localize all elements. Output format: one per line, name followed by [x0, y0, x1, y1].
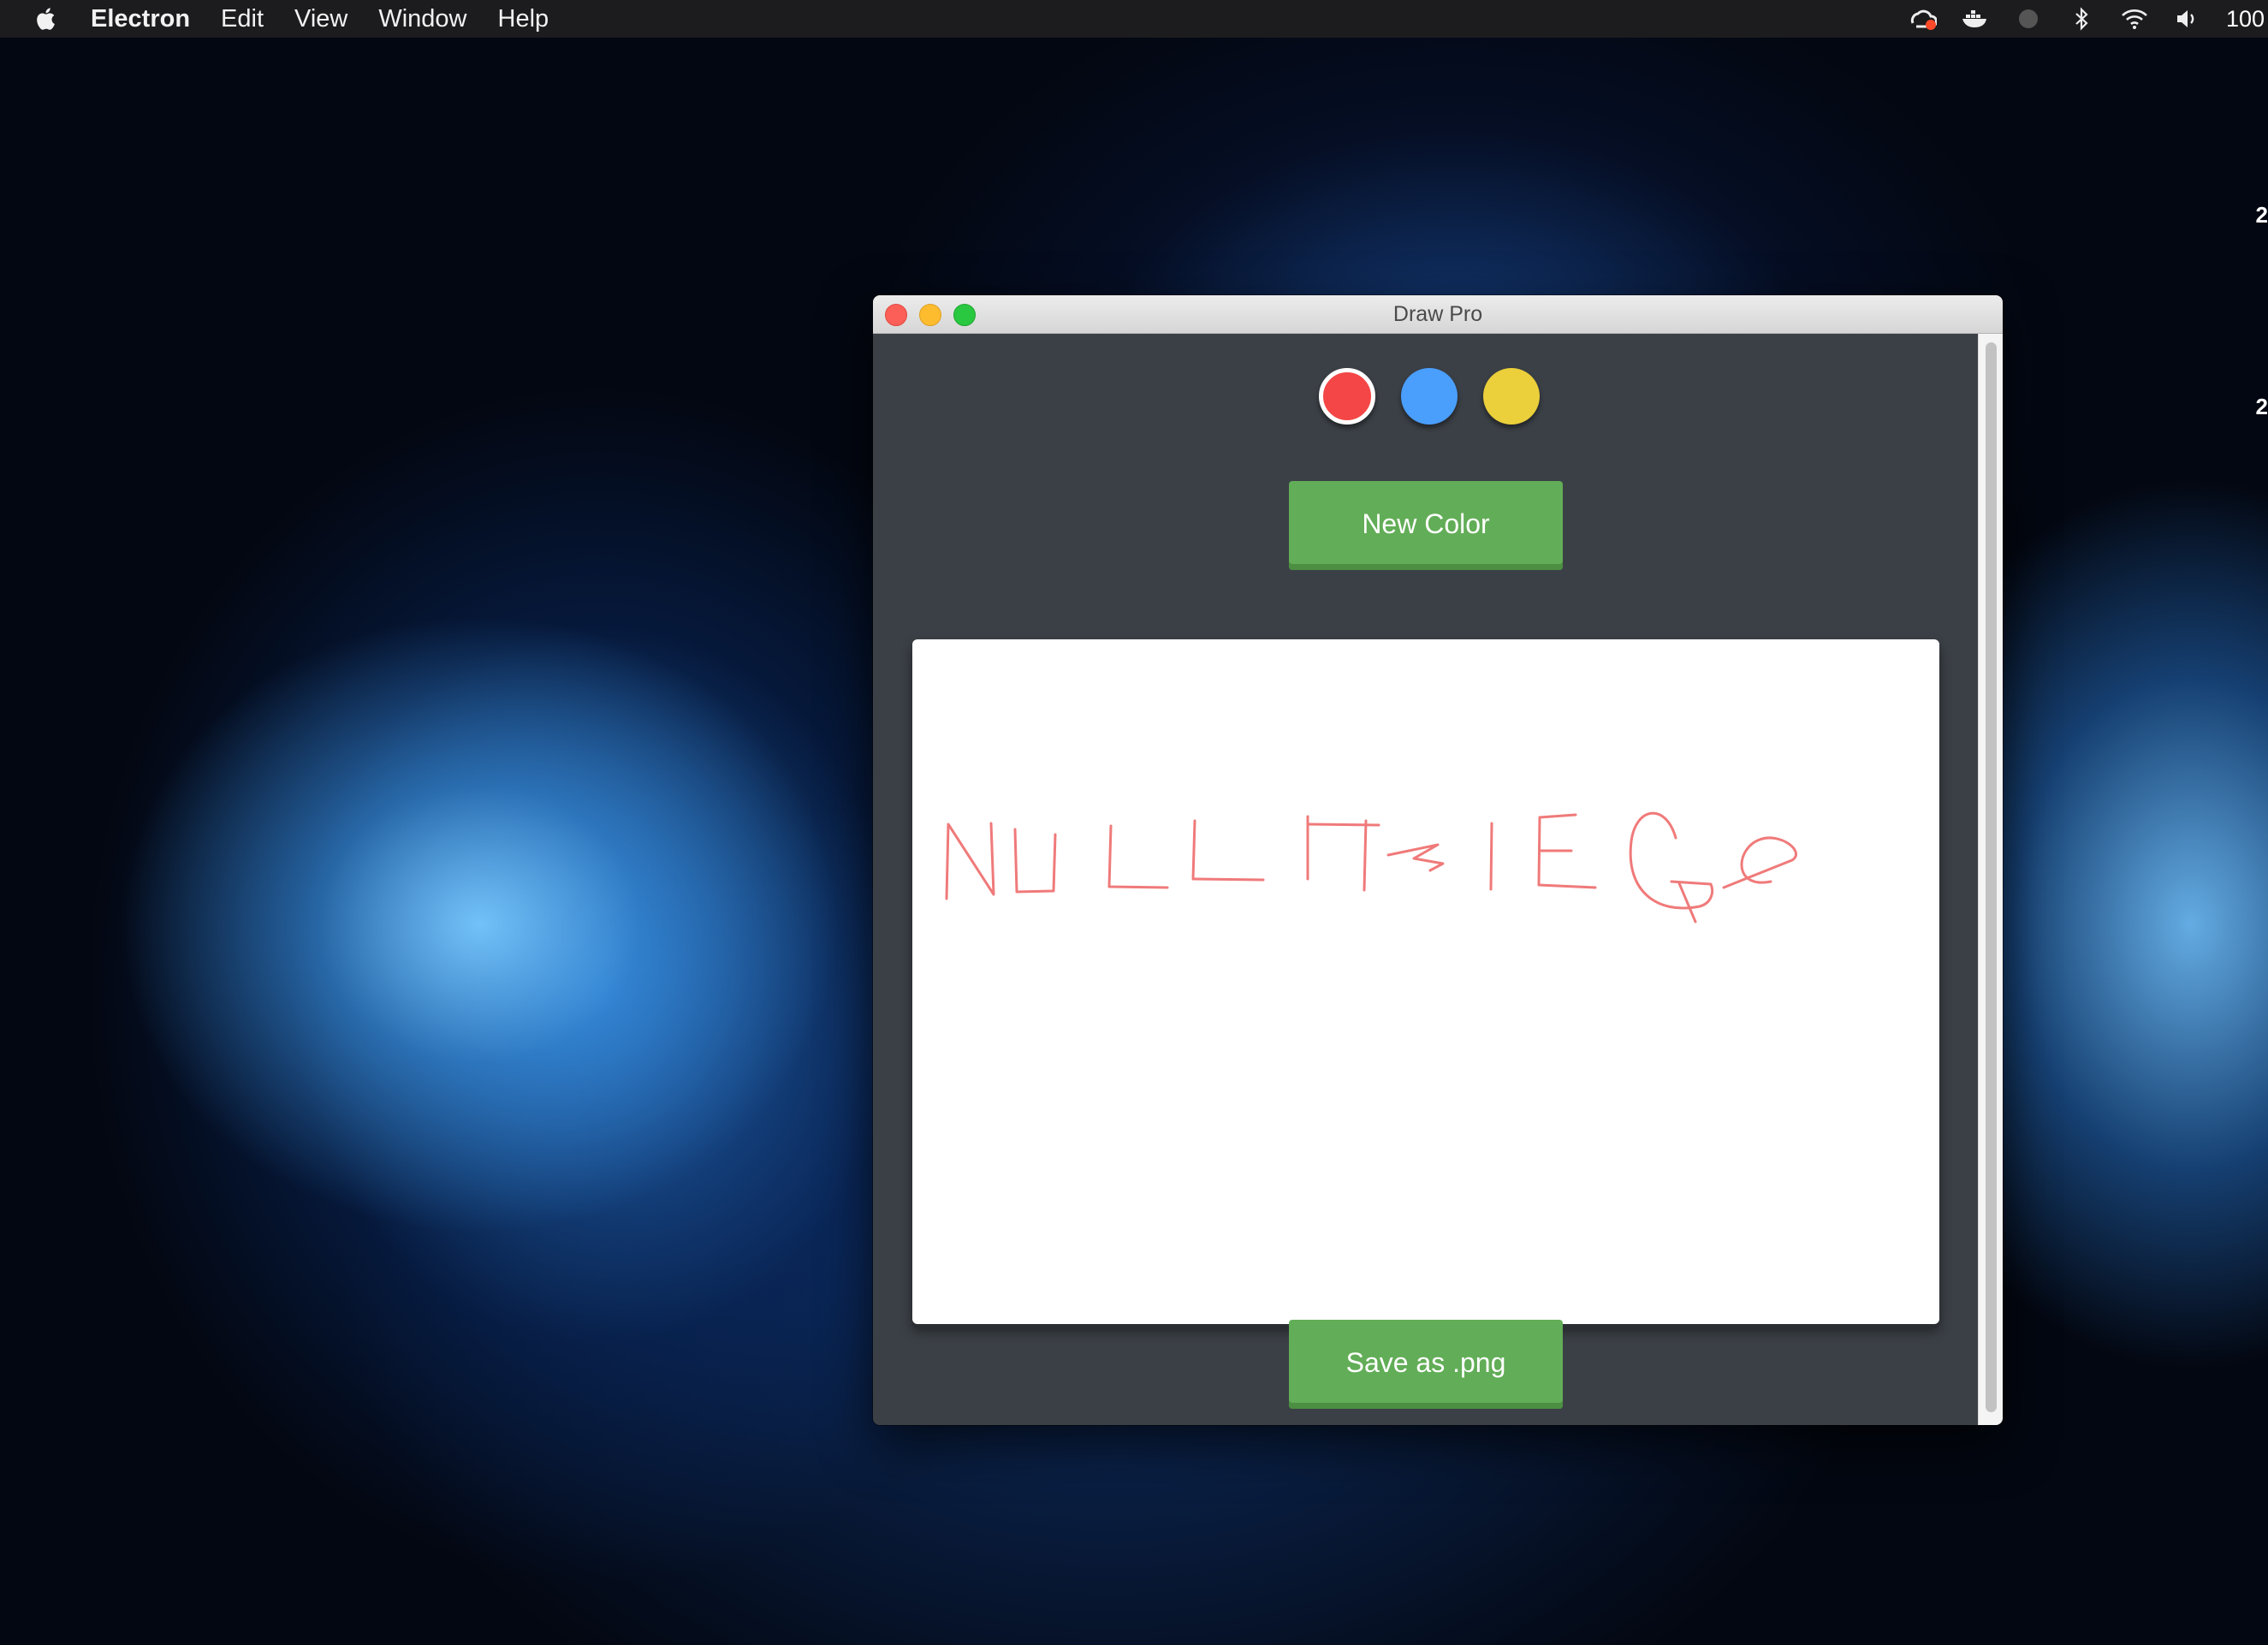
menu-window[interactable]: Window — [378, 5, 466, 33]
volume-icon[interactable] — [2173, 6, 2202, 32]
menu-view[interactable]: View — [294, 5, 347, 33]
color-swatch-red[interactable] — [1319, 368, 1375, 425]
docker-icon[interactable] — [1961, 6, 1990, 32]
desktop-edge-number: 2 — [2255, 202, 2268, 228]
handwritten-drawing — [945, 811, 1797, 923]
save-png-button[interactable]: Save as .png — [1289, 1320, 1563, 1409]
status-tray: 100 — [1908, 0, 2268, 38]
menu-help[interactable]: Help — [498, 5, 549, 33]
circle-icon[interactable] — [2014, 6, 2043, 32]
menu-bar: Electron Edit View Window Help 100 — [0, 0, 2268, 38]
new-color-button[interactable]: New Color — [1289, 481, 1563, 570]
scrollbar[interactable] — [1978, 334, 2003, 1425]
window-title: Draw Pro — [1392, 302, 1483, 326]
creative-cloud-icon[interactable] — [1908, 6, 1937, 32]
color-swatch-blue[interactable] — [1401, 368, 1458, 425]
title-bar[interactable]: Draw Pro — [873, 295, 2003, 334]
battery-percent[interactable]: 100 — [2226, 6, 2265, 33]
menu-app-name[interactable]: Electron — [91, 5, 190, 33]
wifi-icon[interactable] — [2120, 6, 2149, 32]
menu-edit[interactable]: Edit — [221, 5, 264, 33]
drawing-canvas[interactable] — [912, 639, 1939, 1324]
color-palette — [873, 368, 1979, 425]
apple-icon[interactable] — [34, 6, 60, 32]
app-content: New Color Save as .png — [873, 334, 1979, 1425]
scrollbar-thumb[interactable] — [1986, 342, 1997, 1412]
desktop-edge-number: 2 — [2255, 394, 2268, 419]
bluetooth-icon[interactable] — [2067, 6, 2096, 32]
color-swatch-yellow[interactable] — [1483, 368, 1540, 425]
draw-pro-window: Draw Pro New Color Save as .png — [873, 295, 2003, 1425]
